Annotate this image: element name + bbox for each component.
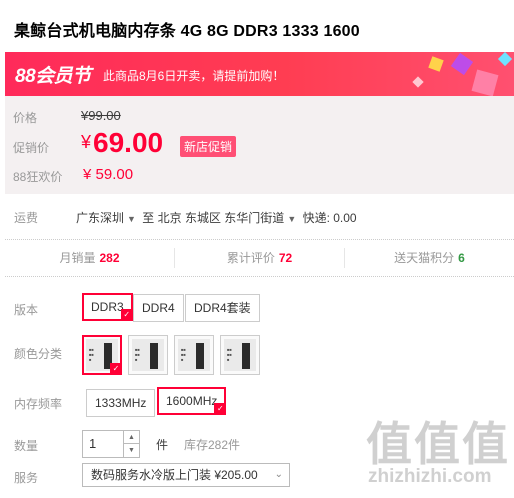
product-title: 臬鲸台式机电脑内存条 4G 8G DDR3 1333 1600 (14, 23, 360, 40)
tmall-points: 送天猫积分 6 (345, 248, 514, 268)
promo-text: 此商品8月6日开卖，请提前加购！ (103, 69, 285, 83)
sales-stats: 月销量 282 累计评价 72 送天猫积分 6 (5, 239, 514, 277)
color-swatch-2[interactable]: ■■ ■■ ■ (128, 335, 168, 375)
stat-value: 72 (278, 251, 293, 265)
site-watermark: 值值值 zhizhizhi.com (362, 408, 512, 496)
ship-to-word: 至 (142, 211, 155, 225)
promo-tag: 新店促销 (180, 136, 237, 157)
shipping-label: 运费 (14, 211, 39, 225)
price-panel: 价格 ¥99.00 促销价 ¥69.00 新店促销 88狂欢价 ¥ 59.00 (5, 96, 514, 194)
stat-value: 6 (458, 251, 465, 265)
quantity-label: 数量 (14, 439, 39, 453)
stat-value: 282 (99, 251, 120, 265)
stat-label: 送天猫积分 (394, 251, 455, 265)
chevron-down-icon[interactable]: ▼ (127, 214, 136, 224)
sale-price: ¥69.00 (81, 127, 163, 159)
chevron-down-icon[interactable]: ▼ (287, 214, 296, 224)
original-price-label: 价格 (13, 111, 38, 125)
service-value: 数码服务水冷版上门装 ¥205.00 (91, 468, 258, 482)
color-label: 颜色分类 (14, 347, 63, 361)
ram-thumbnail: ■■ ■■ ■ (224, 339, 256, 371)
chevron-down-icon: ⌄ (274, 469, 283, 480)
decoration-shape (471, 69, 499, 96)
ram-thumbnail: ■■ ■■ ■ (132, 339, 164, 371)
color-swatch-4[interactable]: ■■ ■■ ■ (220, 335, 260, 375)
ship-destination[interactable]: 北京 东城区 东华门街道 (158, 211, 285, 225)
stat-label: 累计评价 (226, 251, 275, 265)
quantity-unit: 件 (156, 438, 169, 452)
ship-from: 广东深圳 (76, 211, 125, 225)
sale-price-label: 促销价 (13, 141, 50, 155)
option-version-ddr3[interactable]: DDR3 (82, 293, 133, 321)
quantity-stepper[interactable]: ▲ ▼ (124, 430, 140, 458)
festival-price: ¥ 59.00 (83, 166, 134, 183)
total-reviews[interactable]: 累计评价 72 (175, 248, 345, 268)
decoration-shape (497, 52, 513, 67)
decoration-shape (428, 56, 444, 72)
option-freq-1600[interactable]: 1600MHz (157, 387, 227, 415)
quantity-input[interactable]: 1 (82, 430, 124, 458)
sale-price-value: 69.00 (93, 127, 164, 158)
shipping-info: 广东深圳 ▼ 至 北京 东城区 东华门街道 ▼ 快递: 0.00 (76, 209, 357, 226)
promo-banner[interactable]: 88会员节 此商品8月6日开卖，请提前加购！ (5, 52, 514, 96)
decoration-shape (412, 76, 424, 88)
decoration-shape (450, 52, 474, 76)
stock-count: 库存282件 (184, 438, 241, 452)
ram-thumbnail: ■■ ■■ ■ (86, 339, 118, 371)
triangle-down-icon[interactable]: ▼ (124, 444, 139, 457)
currency-symbol: ¥ (81, 132, 92, 152)
shipping-fee: 快递: 0.00 (302, 211, 357, 225)
monthly-sales: 月销量 282 (5, 248, 175, 268)
festival-price-label: 88狂欢价 (13, 170, 63, 184)
watermark-logo: 值值值 (366, 417, 510, 471)
ram-thumbnail: ■■ ■■ ■ (178, 339, 210, 371)
triangle-up-icon[interactable]: ▲ (124, 431, 139, 444)
color-swatch-1[interactable]: ■■ ■■ ■ (82, 335, 122, 375)
version-label: 版本 (14, 303, 39, 317)
original-price: ¥99.00 (81, 108, 121, 123)
stat-label: 月销量 (59, 251, 96, 265)
color-swatch-3[interactable]: ■■ ■■ ■ (174, 335, 214, 375)
service-label: 服务 (14, 471, 39, 485)
option-version-ddr4-kit[interactable]: DDR4套装 (185, 294, 260, 322)
service-select[interactable]: 数码服务水冷版上门装 ¥205.00 ⌄ (82, 463, 290, 487)
member-festival-logo: 88会员节 (15, 66, 91, 87)
option-version-ddr4[interactable]: DDR4 (133, 294, 184, 322)
option-freq-1333[interactable]: 1333MHz (86, 389, 156, 417)
frequency-label: 内存频率 (14, 397, 63, 411)
watermark-domain: zhizhizhi.com (368, 466, 492, 487)
